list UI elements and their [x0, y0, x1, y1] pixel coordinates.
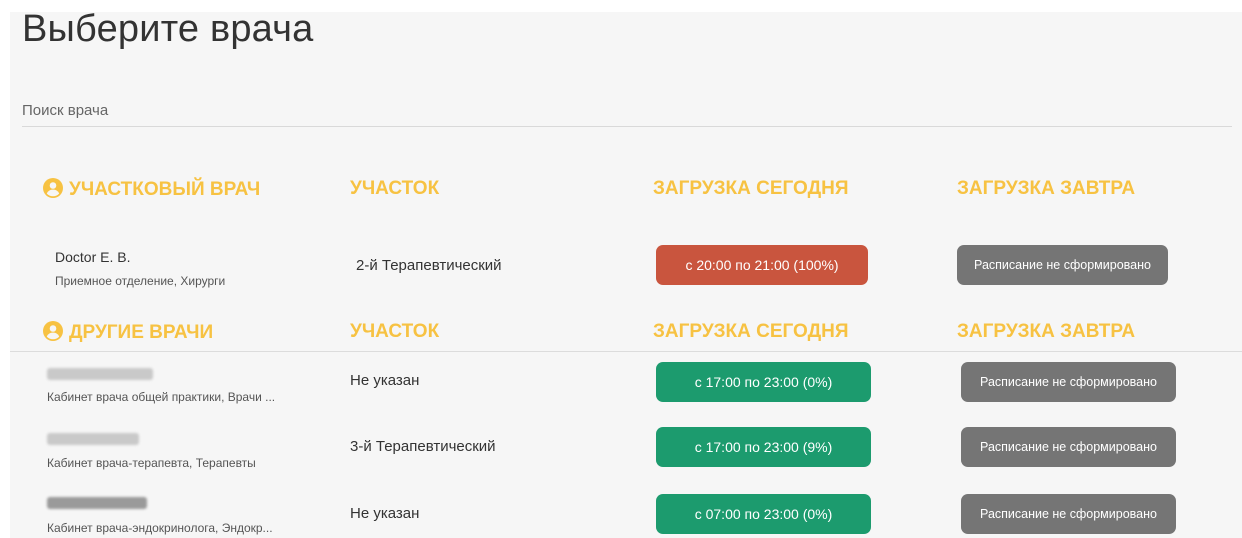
other-doctor-1-today-badge[interactable]: с 17:00 по 23:00 (0%) [656, 362, 871, 402]
header-other-load-today: ЗАГРУЗКА СЕГОДНЯ [653, 321, 849, 342]
other-doctor-3-today-badge[interactable]: с 07:00 по 23:00 (0%) [656, 494, 871, 534]
redacted-doctor-name [47, 368, 153, 380]
other-doctor-3-district: Не указан [350, 505, 420, 522]
local-doctor-today-badge[interactable]: с 20:00 по 21:00 (100%) [656, 245, 868, 285]
header-local-doctor: УЧАСТКОВЫЙ ВРАЧ [43, 178, 260, 201]
search-input[interactable]: Поиск врача [22, 96, 1232, 127]
header-other-district: УЧАСТОК [350, 321, 440, 342]
user-circle-icon [43, 178, 63, 198]
other-doctor-3-tomorrow-badge[interactable]: Расписание не сформировано [961, 494, 1176, 534]
other-doctor-2-tomorrow-badge[interactable]: Расписание не сформировано [961, 427, 1176, 467]
other-doctor-1-tomorrow-badge[interactable]: Расписание не сформировано [961, 362, 1176, 402]
section-divider [10, 351, 1242, 352]
other-doctor-3-department: Кабинет врача-эндокринолога, Эндокр... [47, 521, 273, 535]
header-local-district: УЧАСТОК [350, 178, 440, 199]
redacted-doctor-name [47, 433, 139, 445]
other-doctor-1-department: Кабинет врача общей практики, Врачи ... [47, 390, 276, 404]
local-doctor-tomorrow-badge[interactable]: Расписание не сформировано [957, 245, 1168, 285]
header-local-load-tomorrow: ЗАГРУЗКА ЗАВТРА [957, 178, 1136, 199]
other-doctor-2-today-badge[interactable]: с 17:00 по 23:00 (9%) [656, 427, 871, 467]
header-local-load-today: ЗАГРУЗКА СЕГОДНЯ [653, 178, 849, 199]
local-doctor-name[interactable]: Doctor E. B. [55, 249, 130, 265]
user-circle-icon [43, 321, 63, 341]
header-other-load-tomorrow: ЗАГРУЗКА ЗАВТРА [957, 321, 1136, 342]
other-doctor-2-district: 3-й Терапевтический [350, 438, 496, 455]
other-doctor-1-district: Не указан [350, 372, 420, 389]
local-doctor-district: 2-й Терапевтический [356, 257, 502, 274]
header-other-doctors: ДРУГИЕ ВРАЧИ [43, 321, 213, 344]
other-doctor-2-department: Кабинет врача-терапевта, Терапевты [47, 456, 256, 470]
local-doctor-department: Приемное отделение, Хирурги [55, 274, 226, 288]
header-other-doctors-label: ДРУГИЕ ВРАЧИ [69, 322, 214, 343]
header-local-doctor-label: УЧАСТКОВЫЙ ВРАЧ [69, 179, 261, 200]
page-title: Выберите врача [22, 8, 314, 50]
redacted-doctor-name [47, 497, 147, 509]
